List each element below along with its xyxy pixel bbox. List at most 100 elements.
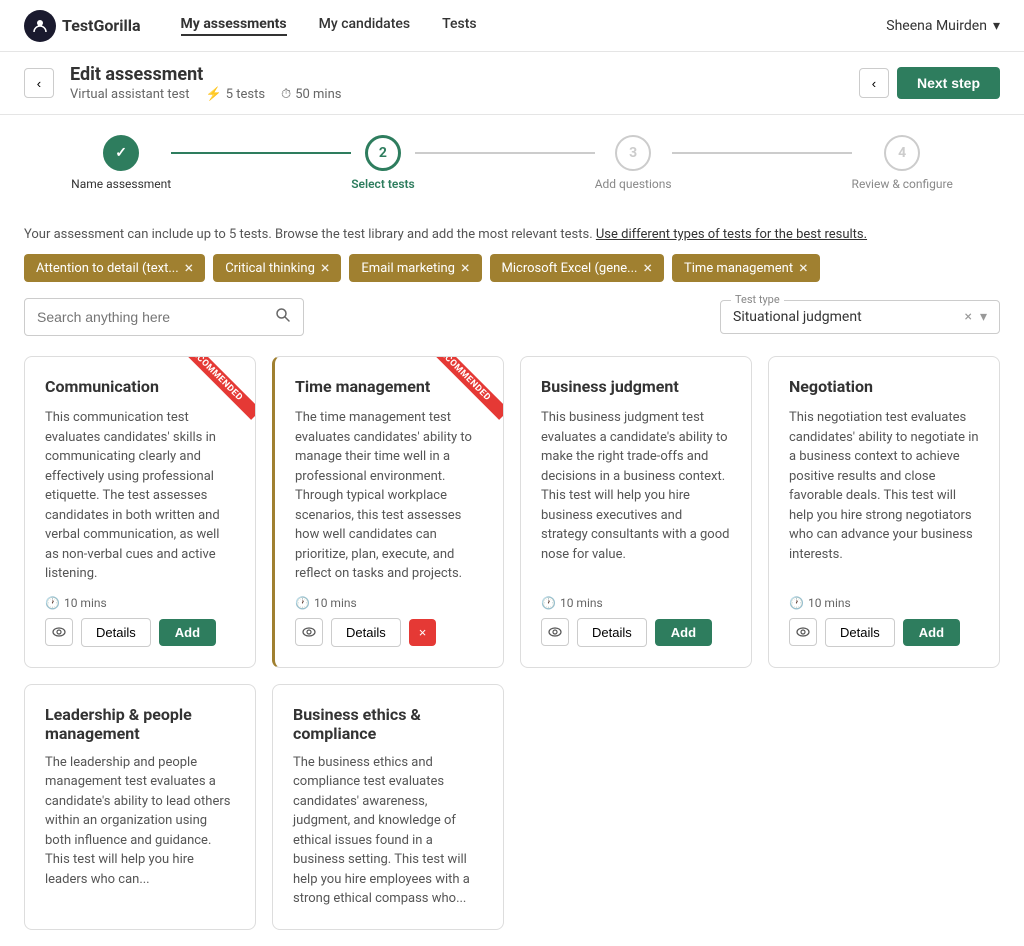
card-time-management-desc: The time management test evaluates candi…	[295, 408, 483, 584]
stepper: ✓ Name assessment 2 Select tests 3 Add q…	[0, 115, 1024, 211]
logo-icon	[24, 10, 56, 42]
user-menu[interactable]: Sheena Muirden ▾	[886, 18, 1000, 34]
step-line-3	[672, 152, 852, 154]
details-button-2[interactable]: Details	[331, 618, 401, 647]
selected-tests: Attention to detail (text... × Critical …	[24, 254, 1000, 282]
search-box	[24, 298, 304, 336]
tag-remove-critical[interactable]: ×	[321, 260, 330, 276]
card-negotiation-time: 🕐 10 mins	[789, 596, 979, 610]
tag-email: Email marketing ×	[349, 254, 481, 282]
step-1: ✓ Name assessment	[71, 135, 171, 191]
card-business-judgment-time: 🕐 10 mins	[541, 596, 731, 610]
step-4-label: Review & configure	[852, 177, 953, 191]
tag-critical: Critical thinking ×	[213, 254, 341, 282]
card-time-management: RECOMMENDED Time management The time man…	[272, 356, 504, 668]
test-type-filter[interactable]: Test type Situational judgment × ▾	[720, 300, 1000, 334]
remove-button[interactable]: ×	[409, 619, 437, 646]
preview-icon-4[interactable]	[789, 618, 817, 646]
header-actions: ‹ Next step	[859, 67, 1000, 99]
header-meta: Virtual assistant test ⚡ 5 tests ⏱ 50 mi…	[70, 87, 843, 102]
tag-remove-excel[interactable]: ×	[643, 260, 652, 276]
preview-icon[interactable]	[45, 618, 73, 646]
add-button[interactable]: Add	[159, 619, 216, 646]
clock-icon: 🕐	[541, 596, 556, 610]
step-3-circle: 3	[615, 135, 651, 171]
card-business-judgment-title: Business judgment	[541, 377, 731, 396]
tag-label: Email marketing	[361, 261, 455, 276]
card-leadership-desc: The leadership and people management tes…	[45, 753, 235, 890]
card-negotiation-footer: 🕐 10 mins Details Add	[789, 596, 979, 647]
card-business-judgment-footer: 🕐 10 mins Details Add	[541, 596, 731, 647]
nav-my-assessments[interactable]: My assessments	[181, 16, 287, 36]
details-button-3[interactable]: Details	[577, 618, 647, 647]
preview-icon-2[interactable]	[295, 618, 323, 646]
search-icon	[275, 307, 291, 327]
card-business-judgment-actions: Details Add	[541, 618, 731, 647]
user-name: Sheena Muirden	[886, 18, 987, 34]
tag-time: Time management ×	[672, 254, 820, 282]
step-3: 3 Add questions	[595, 135, 672, 191]
test-type-clear-icon[interactable]: ×	[964, 309, 971, 325]
details-button[interactable]: Details	[81, 618, 151, 647]
main-content: Your assessment can include up to 5 test…	[0, 211, 1024, 946]
header-info: Edit assessment Virtual assistant test ⚡…	[70, 64, 843, 102]
card-communication-title: Communication	[45, 377, 235, 396]
preview-icon-3[interactable]	[541, 618, 569, 646]
test-type-value: Situational judgment	[733, 309, 956, 325]
card-communication-footer: 🕐 10 mins Details Add	[45, 596, 235, 647]
card-communication: RECOMMENDED Communication This communica…	[24, 356, 256, 668]
card-negotiation-title: Negotiation	[789, 377, 979, 396]
search-input[interactable]	[37, 309, 267, 325]
nav-links: My assessments My candidates Tests	[181, 16, 887, 36]
header-bar: ‹ Edit assessment Virtual assistant test…	[0, 52, 1024, 115]
navigation: TestGorilla My assessments My candidates…	[0, 0, 1024, 52]
next-step-button[interactable]: Next step	[897, 67, 1000, 99]
card-negotiation-actions: Details Add	[789, 618, 979, 647]
nav-my-candidates[interactable]: My candidates	[319, 16, 411, 36]
step-1-circle: ✓	[103, 135, 139, 171]
logo[interactable]: TestGorilla	[24, 10, 141, 42]
card-communication-actions: Details Add	[45, 618, 235, 647]
step-4-circle: 4	[884, 135, 920, 171]
step-line-2	[415, 152, 595, 154]
duration: ⏱ 50 mins	[281, 87, 341, 102]
step-2-circle: 2	[365, 135, 401, 171]
test-type-actions: × ▾	[964, 309, 987, 325]
step-1-label: Name assessment	[71, 177, 171, 191]
clock-icon: 🕐	[45, 596, 60, 610]
tag-label: Critical thinking	[225, 261, 315, 276]
tag-label: Time management	[684, 261, 793, 276]
card-leadership: Leadership & people management The leade…	[24, 684, 256, 930]
tag-attention: Attention to detail (text... ×	[24, 254, 205, 282]
tests-count: ⚡ 5 tests	[206, 87, 266, 102]
add-button-4[interactable]: Add	[903, 619, 960, 646]
step-line-1	[171, 152, 351, 154]
assessment-name: Virtual assistant test	[70, 87, 190, 102]
filters: Test type Situational judgment × ▾	[24, 298, 1000, 336]
details-button-4[interactable]: Details	[825, 618, 895, 647]
info-link[interactable]: Use different types of tests for the bes…	[596, 227, 867, 242]
clock-icon: ⏱	[281, 87, 291, 102]
prev-step-button[interactable]: ‹	[859, 68, 889, 98]
card-business-ethics-title: Business ethics & compliance	[293, 705, 483, 743]
info-text: Your assessment can include up to 5 test…	[24, 227, 1000, 242]
clock-icon: 🕐	[789, 596, 804, 610]
add-button-3[interactable]: Add	[655, 619, 712, 646]
tag-remove-time[interactable]: ×	[799, 260, 808, 276]
nav-tests[interactable]: Tests	[442, 16, 476, 36]
step-2: 2 Select tests	[351, 135, 415, 191]
back-button[interactable]: ‹	[24, 68, 54, 98]
test-cards-grid: RECOMMENDED Communication This communica…	[24, 356, 1000, 668]
tests-icon: ⚡	[206, 87, 222, 102]
card-business-judgment-desc: This business judgment test evaluates a …	[541, 408, 731, 584]
card-business-ethics: Business ethics & compliance The busines…	[272, 684, 504, 930]
clock-icon: 🕐	[295, 596, 310, 610]
page-title: Edit assessment	[70, 64, 843, 85]
step-3-label: Add questions	[595, 177, 672, 191]
tag-remove-email[interactable]: ×	[461, 260, 470, 276]
tag-remove-attention[interactable]: ×	[185, 260, 194, 276]
card-communication-time: 🕐 10 mins	[45, 596, 235, 610]
logo-text: TestGorilla	[62, 16, 141, 35]
test-type-chevron-icon: ▾	[980, 309, 987, 325]
tag-label: Attention to detail (text...	[36, 261, 179, 276]
